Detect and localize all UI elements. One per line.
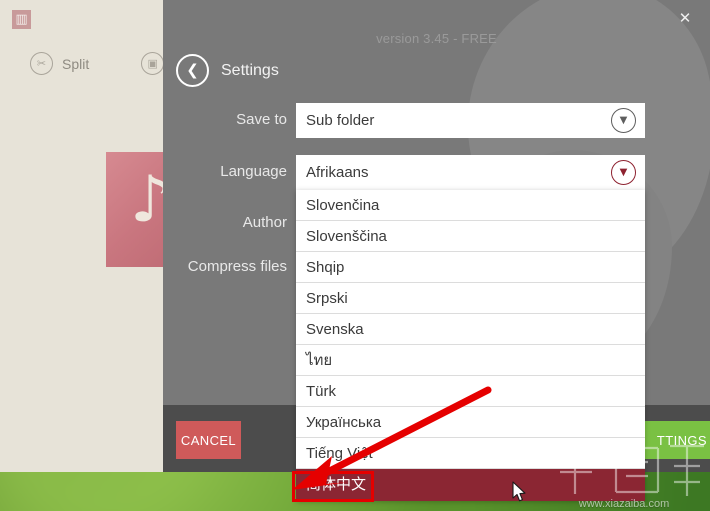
language-value: Afrikaans (306, 164, 369, 181)
app-logo-glyph: ▥ (15, 12, 28, 27)
save-to-select[interactable]: Sub folder ▼ (296, 103, 645, 138)
list-item[interactable]: Svenska (296, 314, 645, 345)
version-label: version 3.45 - FREE (376, 31, 497, 46)
language-dropdown-list[interactable]: Slovenčina Slovenščina Shqip Srpski Sven… (296, 190, 645, 501)
list-item[interactable]: Srpski (296, 283, 645, 314)
dialog-header: ❮ Settings (176, 54, 279, 87)
chevron-down-icon-language[interactable]: ▼ (611, 160, 636, 185)
back-arrow-icon[interactable]: ❮ (176, 54, 209, 87)
split-button-label: Split (62, 55, 90, 72)
screen-root: ▥ ✂ Split ▣ Merge ♪ ✕ version 3.45 - FRE… (0, 0, 710, 511)
language-select[interactable]: Afrikaans ▼ (296, 155, 645, 190)
list-item[interactable]: Slovenčina (296, 190, 645, 221)
list-item[interactable]: Tiếng Việt (296, 438, 645, 469)
list-item[interactable]: Shqip (296, 252, 645, 283)
close-icon[interactable]: ✕ (672, 6, 698, 30)
author-label: Author (242, 214, 287, 231)
list-item[interactable]: Slovenščina (296, 221, 645, 252)
list-item[interactable]: ไทย (296, 345, 645, 376)
save-to-value: Sub folder (306, 112, 375, 129)
page-title: Settings (221, 61, 279, 79)
split-button[interactable]: ✂ Split (30, 52, 89, 75)
list-item[interactable]: Türk (296, 376, 645, 407)
chevron-down-icon[interactable]: ▼ (611, 108, 636, 133)
cancel-button[interactable]: CANCEL (176, 421, 241, 459)
app-logo-icon: ▥ (12, 10, 31, 29)
merge-icon: ▣ (141, 52, 165, 75)
language-label: Language (220, 163, 287, 180)
scissors-icon: ✂ (30, 52, 53, 75)
list-item-selected[interactable]: 简体中文 (296, 469, 645, 501)
list-item[interactable]: Українська (296, 407, 645, 438)
compress-files-label: Compress files (187, 258, 287, 275)
settings-button[interactable]: TTINGS (641, 421, 710, 459)
save-to-label: Save to (236, 111, 287, 128)
